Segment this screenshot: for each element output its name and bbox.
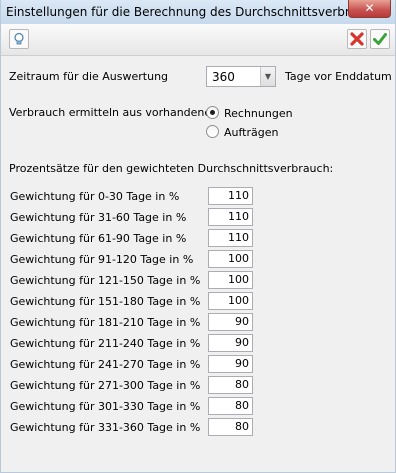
lightbulb-button[interactable]: [9, 29, 29, 49]
weight-label: Gewichtung für 31-60 Tage in %: [10, 211, 187, 224]
radio-auftraegen[interactable]: [206, 125, 219, 138]
weight-input[interactable]: 110: [208, 229, 253, 247]
weight-label: Gewichtung für 91-120 Tage in %: [10, 253, 194, 266]
period-suffix: Tage vor Enddatum: [285, 70, 392, 83]
weights-heading: Prozentsätze für den gewichteten Durchsc…: [9, 162, 334, 175]
weight-row-181-210: Gewichtung für 181-210 Tage in % 90: [1, 313, 395, 334]
ok-button[interactable]: [370, 29, 390, 49]
weight-input[interactable]: 90: [208, 334, 253, 352]
weight-label: Gewichtung für 331-360 Tage in %: [10, 421, 201, 434]
weight-label: Gewichtung für 301-330 Tage in %: [10, 400, 201, 413]
radio-rechnungen-label[interactable]: Rechnungen: [224, 107, 293, 120]
weight-input[interactable]: 100: [208, 271, 253, 289]
weight-row-331-360: Gewichtung für 331-360 Tage in % 80: [1, 418, 395, 439]
weight-row-241-270: Gewichtung für 241-270 Tage in % 90: [1, 355, 395, 376]
weight-label: Gewichtung für 121-150 Tage in %: [10, 274, 201, 287]
weight-label: Gewichtung für 151-180 Tage in %: [10, 295, 201, 308]
weight-row-211-240: Gewichtung für 211-240 Tage in % 90: [1, 334, 395, 355]
chevron-down-icon[interactable]: ▼: [260, 67, 275, 86]
weight-label: Gewichtung für 181-210 Tage in %: [10, 316, 201, 329]
weight-row-0-30: Gewichtung für 0-30 Tage in % 110: [1, 187, 395, 208]
radio-rechnungen[interactable]: [206, 106, 219, 119]
close-button[interactable]: ✕: [348, 0, 391, 18]
weight-input[interactable]: 80: [208, 397, 253, 415]
period-value: 360: [212, 70, 235, 84]
weight-label: Gewichtung für 241-270 Tage in %: [10, 358, 201, 371]
weight-input[interactable]: 110: [208, 187, 253, 205]
weight-label: Gewichtung für 0-30 Tage in %: [10, 190, 180, 203]
weight-input[interactable]: 80: [208, 418, 253, 436]
period-label: Zeitraum für die Auswertung: [9, 70, 169, 83]
weight-row-61-90: Gewichtung für 61-90 Tage in % 110: [1, 229, 395, 250]
period-combobox[interactable]: 360 ▼: [206, 66, 276, 87]
weight-row-91-120: Gewichtung für 91-120 Tage in % 100: [1, 250, 395, 271]
lightbulb-icon: [14, 32, 24, 45]
weight-row-301-330: Gewichtung für 301-330 Tage in % 80: [1, 397, 395, 418]
weight-input[interactable]: 90: [208, 355, 253, 373]
weight-row-271-300: Gewichtung für 271-300 Tage in % 80: [1, 376, 395, 397]
weight-row-121-150: Gewichtung für 121-150 Tage in % 100: [1, 271, 395, 292]
title-bar[interactable]: Einstellungen für die Berechnung des Dur…: [1, 0, 395, 24]
source-label: Verbrauch ermitteln aus vorhandenen: [9, 106, 219, 119]
weight-label: Gewichtung für 211-240 Tage in %: [10, 337, 201, 350]
weight-row-31-60: Gewichtung für 31-60 Tage in % 110: [1, 208, 395, 229]
cancel-button[interactable]: [347, 29, 367, 49]
weight-input[interactable]: 80: [208, 376, 253, 394]
radio-auftraegen-label[interactable]: Aufträgen: [224, 126, 278, 139]
green-check-icon: [373, 33, 387, 45]
weight-input[interactable]: 100: [208, 250, 253, 268]
weight-row-151-180: Gewichtung für 151-180 Tage in % 100: [1, 292, 395, 313]
weight-label: Gewichtung für 61-90 Tage in %: [10, 232, 187, 245]
settings-dialog: Einstellungen für die Berechnung des Dur…: [0, 0, 396, 473]
weight-label: Gewichtung für 271-300 Tage in %: [10, 379, 201, 392]
red-x-icon: [350, 32, 364, 46]
weight-input[interactable]: 100: [208, 292, 253, 310]
toolbar: [1, 24, 395, 56]
weight-input[interactable]: 90: [208, 313, 253, 331]
window-title: Einstellungen für die Berechnung des Dur…: [6, 5, 386, 19]
weight-input[interactable]: 110: [208, 208, 253, 226]
